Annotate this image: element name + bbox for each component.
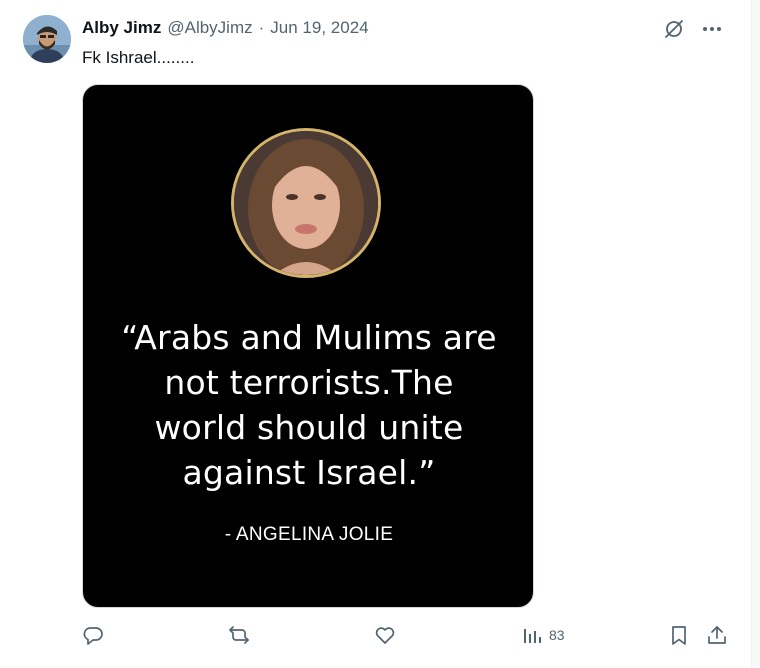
like-button[interactable] — [374, 624, 396, 646]
like-icon — [375, 627, 395, 644]
share-icon — [708, 626, 726, 644]
quote-text: “Arabs and Mulims are not terrorists.The… — [83, 315, 533, 495]
tweet-actions: 83 — [82, 624, 730, 648]
tweet-top-actions — [663, 18, 723, 40]
quote-line: not terrorists.The — [164, 363, 454, 402]
tweet: Alby Jimz @AlbyJimz · Jun 19, 2024 Fk Is… — [0, 0, 752, 668]
more-icon[interactable] — [701, 18, 723, 40]
tweet-header: Alby Jimz @AlbyJimz · Jun 19, 2024 — [82, 17, 369, 39]
author-handle[interactable]: @AlbyJimz — [167, 17, 252, 39]
header-separator: · — [258, 18, 265, 37]
tweet-media-image[interactable]: “Arabs and Mulims are not terrorists.The… — [82, 84, 534, 608]
tweet-date[interactable]: Jun 19, 2024 — [270, 17, 368, 39]
quote-line: world should unite — [154, 408, 464, 447]
author-name[interactable]: Alby Jimz — [82, 17, 161, 39]
quote-attribution: - ANGELINA JOLIE — [224, 524, 394, 545]
retweet-button[interactable] — [228, 624, 250, 646]
retweet-icon — [229, 626, 249, 644]
quote-line: against Israel.” — [182, 453, 436, 492]
portrait-image — [231, 128, 381, 278]
views-button[interactable]: 83 — [521, 624, 565, 646]
tweet-text: Fk Ishrael........ — [82, 48, 195, 67]
bookmark-button[interactable] — [668, 624, 690, 646]
reply-icon — [83, 627, 103, 645]
views-count: 83 — [549, 627, 565, 643]
quote-line: “Arabs and Mulims are — [121, 318, 497, 357]
grok-icon[interactable] — [663, 18, 685, 40]
reply-button[interactable] — [82, 624, 104, 646]
bookmark-icon — [672, 626, 686, 645]
avatar[interactable] — [23, 15, 71, 63]
share-button[interactable] — [706, 624, 728, 646]
views-icon — [524, 629, 541, 643]
